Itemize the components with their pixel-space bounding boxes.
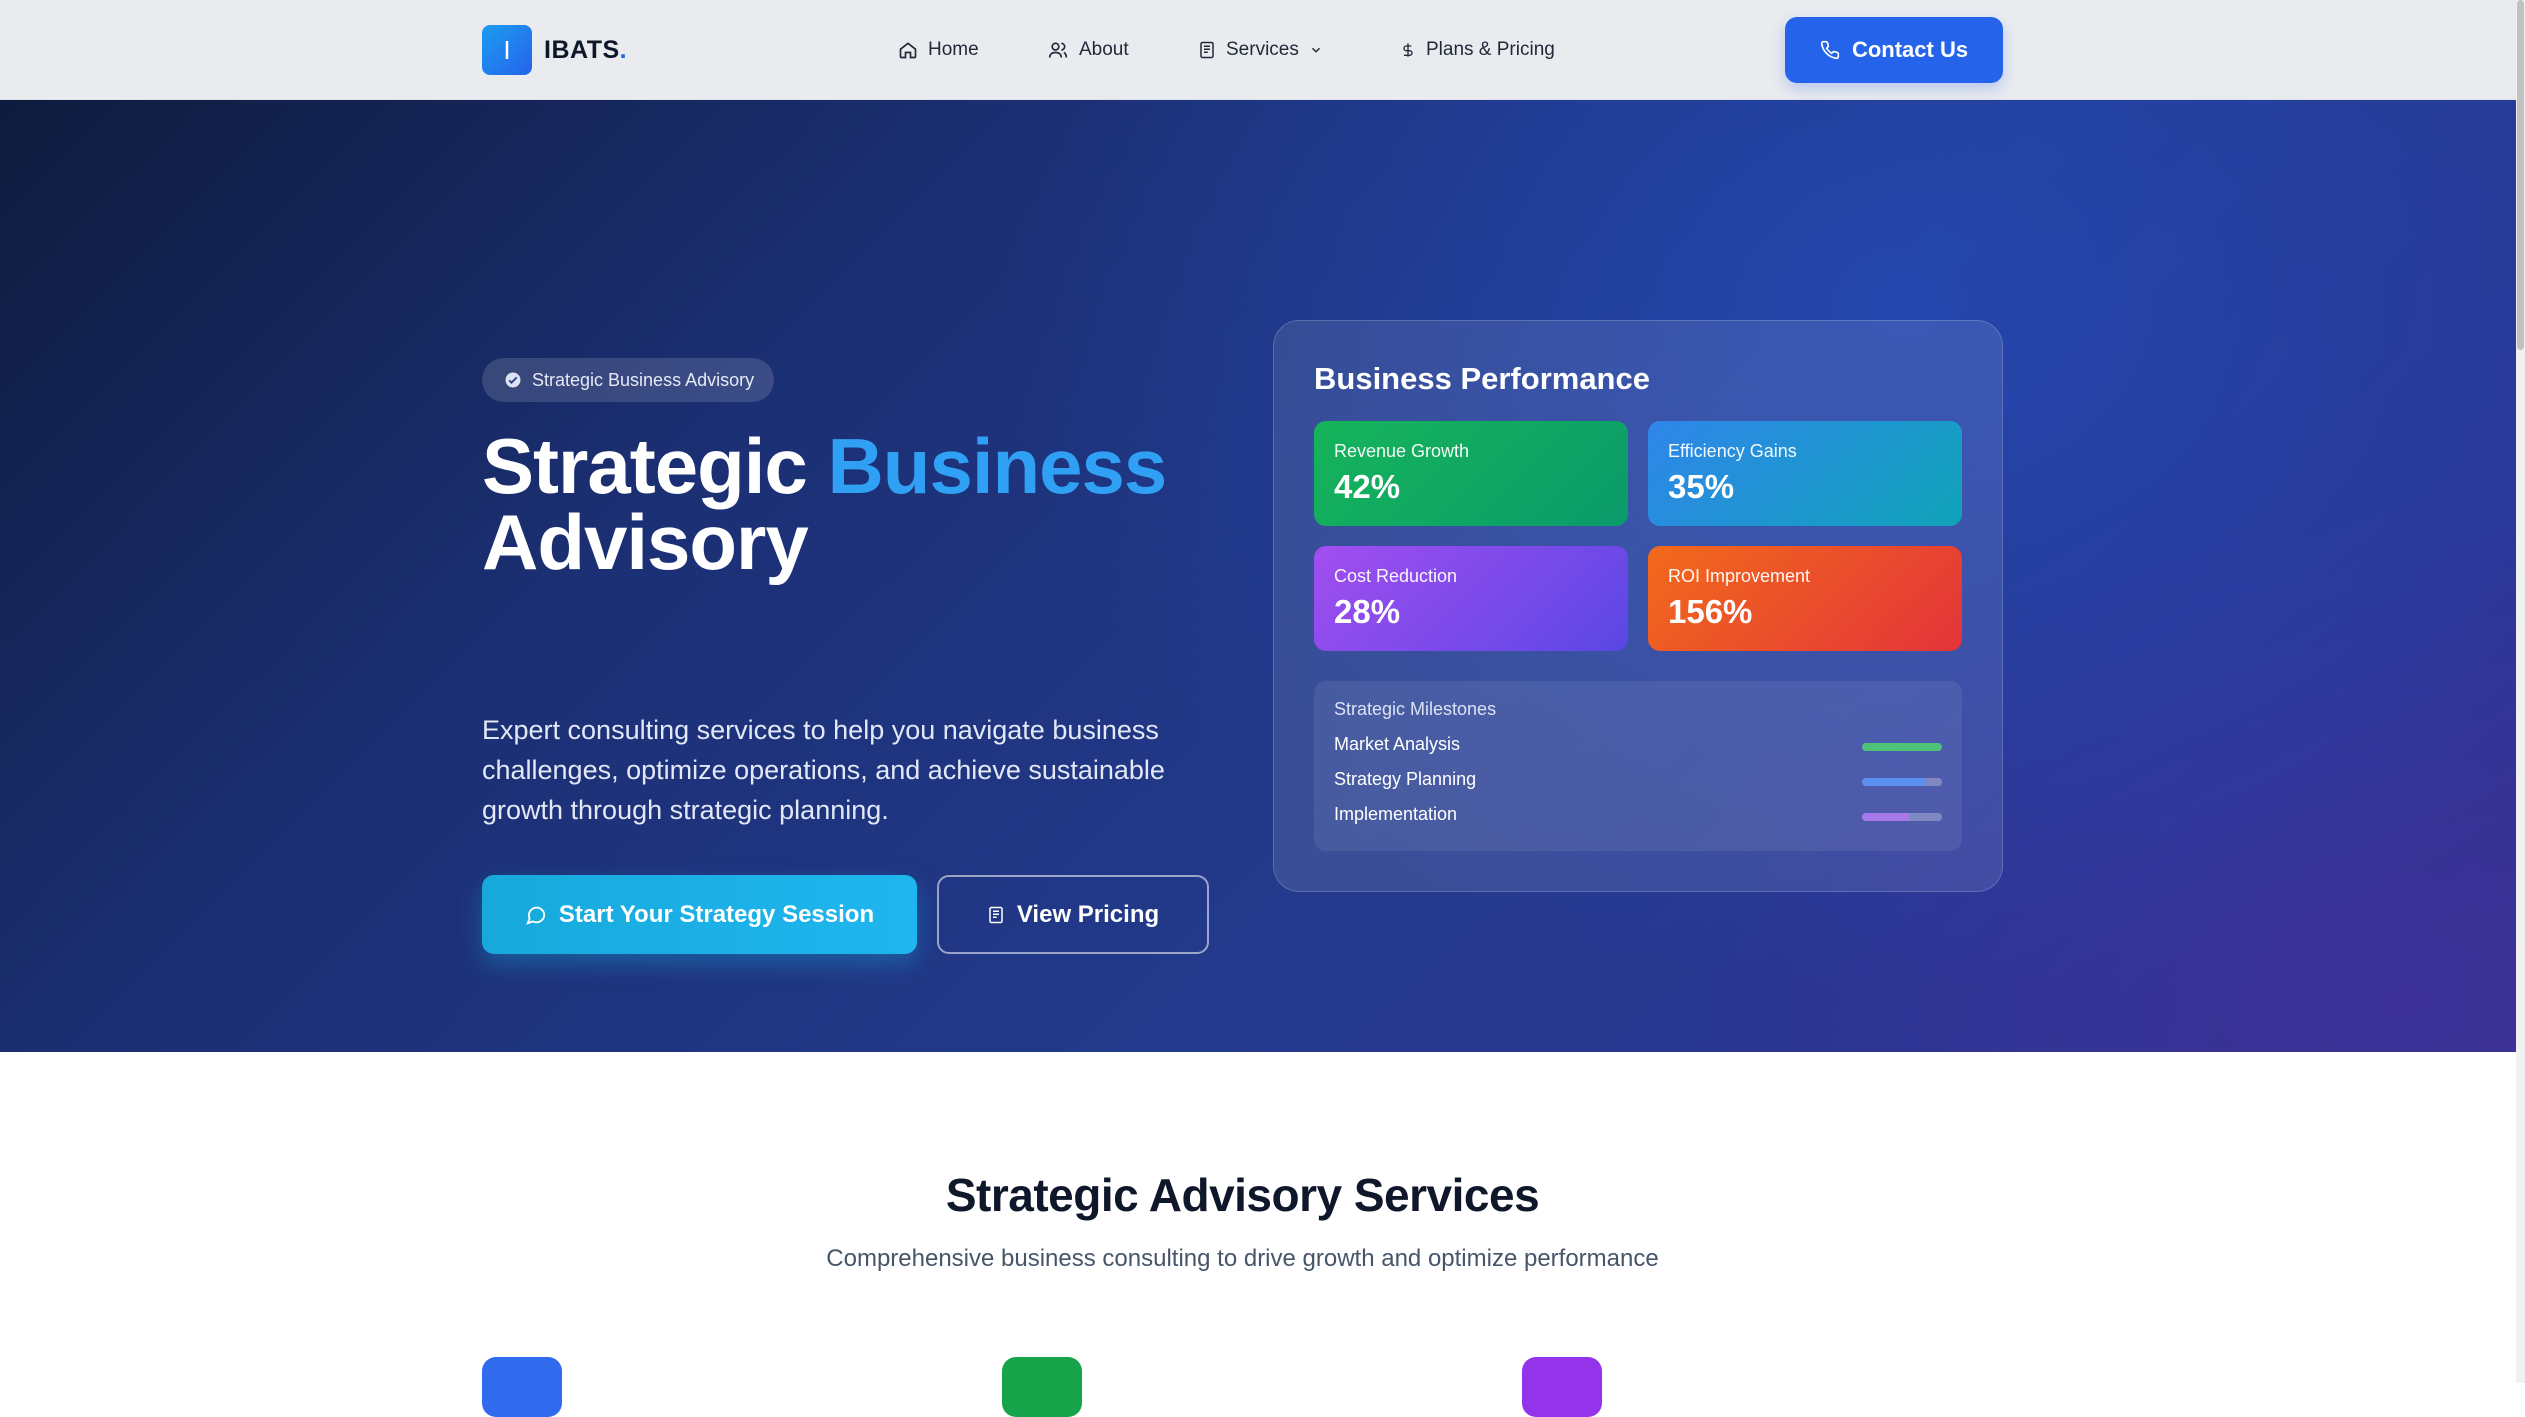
logo-letter: I [503,34,511,65]
start-strategy-session-button[interactable]: Start Your Strategy Session [482,875,917,954]
stat-label: Efficiency Gains [1668,441,1797,461]
hero-badge-label: Strategic Business Advisory [532,369,755,390]
milestone-label: Implementation [1334,804,1458,824]
logo-mark: I [482,25,532,75]
nav-about[interactable]: About [1047,36,1129,64]
milestone-label: Strategy Planning [1334,769,1477,789]
start-strategy-session-label: Start Your Strategy Session [558,900,875,928]
milestone-progress-bar [1862,778,1942,786]
users-icon [1048,42,1068,58]
phone-icon [1820,40,1840,60]
document-icon [989,906,1003,923]
nav-about-label: About [1079,39,1129,60]
hero-badge: Strategic Business Advisory [482,358,775,402]
hero-title-part2: Advisory [482,498,809,586]
contact-us-button[interactable]: Contact Us [1785,17,2003,83]
stat-value: 35% [1668,468,1735,505]
logo-dot: . [619,35,628,64]
chat-bubble-icon [526,906,546,925]
home-icon [899,42,917,59]
document-icon [1200,41,1214,59]
milestone-row: Market Analysis [1334,734,1942,769]
hero-title: Strategic Business Advisory [482,427,1262,581]
services-title: Strategic Advisory Services [945,1169,1540,1221]
stat-roi-improvement: ROI Improvement 156% [1648,546,1962,651]
nav-services-label: Services [1226,39,1299,60]
stat-label: Cost Reduction [1334,566,1458,586]
milestone-progress-fill [1862,778,1926,786]
milestone-row: Strategy Planning [1334,769,1942,804]
performance-title: Business Performance [1314,361,1650,396]
milestone-progress-fill [1862,743,1942,751]
page-scrollbar[interactable] [2516,0,2525,1383]
stat-value: 156% [1668,593,1753,630]
chevron-down-icon [1311,47,1320,53]
stat-cost-reduction: Cost Reduction 28% [1314,546,1628,651]
hero-title-part1: Strategic [482,422,828,510]
hero-description: Expert consulting services to help you n… [482,715,1165,825]
service-card-icon [1002,1357,1082,1417]
stat-label: ROI Improvement [1668,566,1811,586]
hero-section: Strategic Business Advisory Strategic Bu… [0,100,2516,1052]
milestone-label: Market Analysis [1334,734,1461,754]
logo-name-text: IBATS [544,35,620,64]
services-subtitle: Comprehensive business consulting to dri… [826,1245,1659,1272]
service-card-icon [1522,1357,1602,1417]
milestones-heading: Strategic Milestones [1334,699,1497,719]
service-card-icon [482,1357,562,1417]
milestone-progress-fill [1862,813,1910,821]
contact-us-label: Contact Us [1851,37,1969,62]
strategic-milestones-panel: Strategic Milestones Market Analysis Str… [1314,681,1962,851]
view-pricing-label: View Pricing [1016,900,1160,928]
dollar-icon [1403,43,1413,57]
nav-services[interactable]: Services [1198,36,1323,64]
hero-title-accent: Business [827,422,1167,510]
business-performance-card: Business Performance Revenue Growth 42% … [1273,320,2003,892]
stat-value: 42% [1334,468,1401,505]
milestone-progress-bar [1862,813,1942,821]
logo[interactable]: I IBATS. [482,25,627,75]
stat-value: 28% [1334,593,1401,630]
top-navbar: I IBATS. Home About Services Plans & Pri… [0,0,2516,100]
stat-label: Revenue Growth [1334,441,1470,461]
view-pricing-button[interactable]: View Pricing [937,875,1209,954]
check-circle-icon [505,372,521,388]
stat-revenue-growth: Revenue Growth 42% [1314,421,1628,526]
nav-pricing[interactable]: Plans & Pricing [1400,36,1555,64]
stat-efficiency-gains: Efficiency Gains 35% [1648,421,1962,526]
milestone-row: Implementation [1334,804,1942,839]
nav-pricing-label: Plans & Pricing [1426,39,1555,60]
logo-name: IBATS. [544,36,627,65]
milestone-progress-bar [1862,743,1942,751]
nav-home[interactable]: Home [898,36,979,64]
nav-home-label: Home [928,39,979,60]
scrollbar-thumb[interactable] [2517,0,2524,350]
